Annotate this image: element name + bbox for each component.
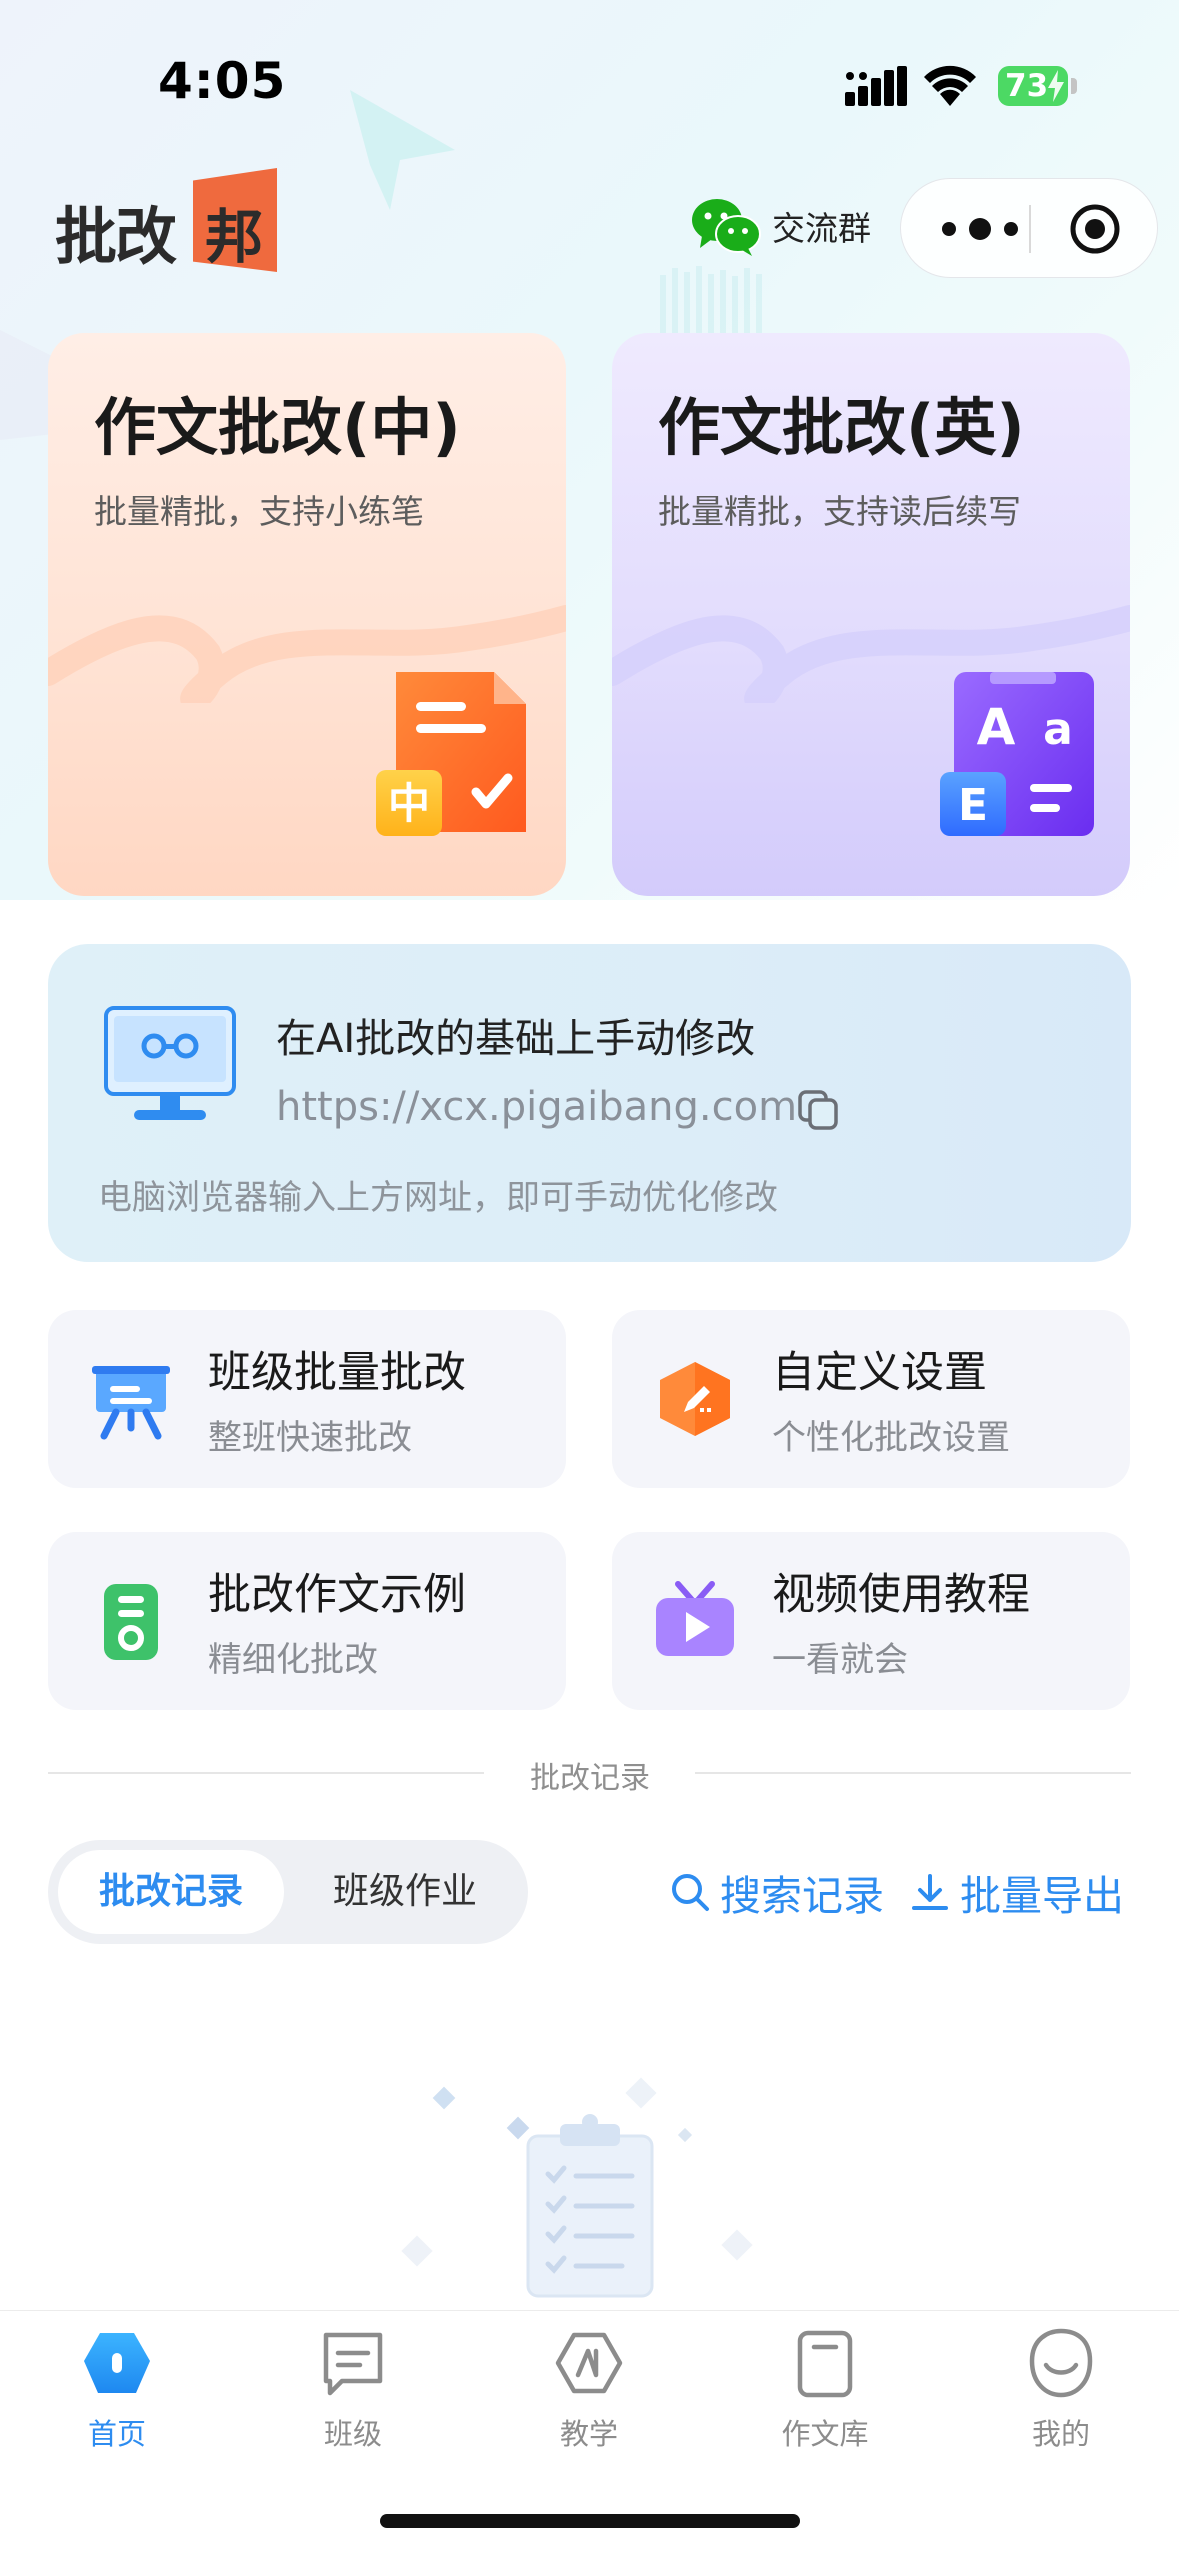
web-edit-banner[interactable]: 在AI批改的基础上手动修改 https://xcx.pigaibang.com … xyxy=(48,944,1131,1262)
video-tutorial-tile[interactable]: 视频使用教程 一看就会 xyxy=(612,1532,1130,1710)
chinese-badge: 中 xyxy=(388,779,430,828)
app-logo: 批改 邦 xyxy=(55,168,277,273)
status-bar: 4:05 73 xyxy=(0,0,1179,170)
more-icon[interactable] xyxy=(937,217,1027,241)
logo-flag: 邦 xyxy=(193,168,277,272)
tile-title: 班级批量批改 xyxy=(208,1348,466,1398)
search-records-button[interactable]: 搜索记录 xyxy=(670,1862,884,1922)
cellular-signal-icon xyxy=(845,66,907,106)
chinese-document-icon: 中 xyxy=(376,672,526,836)
english-essay-subtitle: 批量精批，支持读后续写 xyxy=(658,492,1021,531)
class-icon xyxy=(323,2332,383,2396)
teaching-icon xyxy=(555,2332,623,2394)
tile-subtitle: 一看就会 xyxy=(772,1640,908,1680)
custom-settings-tile[interactable]: 自定义设置 个性化批改设置 xyxy=(612,1310,1130,1488)
close-miniprogram-icon[interactable] xyxy=(1069,203,1121,255)
segment-grading-records[interactable]: 批改记录 xyxy=(58,1850,284,1934)
tile-subtitle: 整班快速批改 xyxy=(208,1418,412,1458)
capsule-separator xyxy=(1029,205,1031,253)
english-essay-title: 作文批改(英) xyxy=(658,391,1025,464)
english-badge-a: A xyxy=(977,698,1016,756)
wechat-icon xyxy=(692,199,761,256)
empty-clipboard-illustration xyxy=(401,2077,753,2298)
chinese-essay-card[interactable]: 作文批改(中) 批量精批，支持小练笔 中 xyxy=(48,333,566,896)
computer-monitor-icon xyxy=(104,1006,236,1120)
tab-essay-library-label: 作文库 xyxy=(781,2417,869,2451)
status-time: 4:05 xyxy=(158,52,287,110)
english-document-icon: A a E xyxy=(940,672,1094,836)
video-tv-icon xyxy=(656,1581,734,1656)
search-icon xyxy=(672,1874,709,1911)
records-divider-label: 批改记录 xyxy=(530,1761,650,1796)
document-example-icon xyxy=(104,1584,158,1660)
wifi-icon xyxy=(924,65,976,106)
tile-title: 自定义设置 xyxy=(772,1348,987,1398)
edit-hexagon-icon xyxy=(660,1362,730,1436)
profile-icon xyxy=(1029,2328,1093,2398)
essay-example-tile[interactable]: 批改作文示例 精细化批改 xyxy=(48,1532,566,1710)
tab-essay-library[interactable]: 作文库 xyxy=(740,2327,910,2453)
chinese-essay-title: 作文批改(中) xyxy=(94,391,461,464)
tab-profile-label: 我的 xyxy=(1031,2417,1090,2451)
tab-teaching[interactable]: 教学 xyxy=(504,2327,674,2453)
essay-library-icon xyxy=(797,2330,853,2398)
tile-title: 视频使用教程 xyxy=(772,1570,1030,1620)
battery-indicator: 73 xyxy=(998,66,1068,106)
english-badge-a-lower: a xyxy=(1043,704,1073,755)
web-banner-title: 在AI批改的基础上手动修改 xyxy=(276,1016,756,1062)
logo-text: 批改 xyxy=(55,200,177,273)
segment-class-assignments[interactable]: 班级作业 xyxy=(292,1850,518,1934)
tile-subtitle: 个性化批改设置 xyxy=(772,1418,1010,1458)
home-icon xyxy=(84,2333,150,2393)
web-banner-url[interactable]: https://xcx.pigaibang.com xyxy=(276,1084,797,1130)
miniprogram-capsule xyxy=(900,178,1158,278)
english-badge-e: E xyxy=(958,780,988,831)
tile-subtitle: 精细化批改 xyxy=(208,1640,378,1680)
class-batch-grading-tile[interactable]: 班级批量批改 整班快速批改 xyxy=(48,1310,566,1488)
batch-export-button[interactable]: 批量导出 xyxy=(910,1862,1124,1922)
tab-class-label: 班级 xyxy=(323,2417,382,2451)
battery-level: 73 xyxy=(1005,68,1049,104)
tile-title: 批改作文示例 xyxy=(208,1570,466,1620)
tab-teaching-label: 教学 xyxy=(559,2417,618,2451)
records-segment-control: 批改记录 班级作业 xyxy=(48,1840,528,1944)
download-icon xyxy=(912,1874,948,1910)
chinese-essay-subtitle: 批量精批，支持小练笔 xyxy=(94,492,424,531)
tab-profile[interactable]: 我的 xyxy=(976,2327,1146,2453)
wechat-group-label: 交流群 xyxy=(772,209,871,248)
logo-flag-text: 邦 xyxy=(205,203,264,271)
class-board-icon xyxy=(92,1366,170,1440)
home-indicator xyxy=(380,2514,800,2528)
tab-home-label: 首页 xyxy=(87,2417,146,2451)
copy-icon[interactable] xyxy=(796,1088,840,1132)
battery-tip xyxy=(1071,78,1077,94)
wechat-group-link[interactable]: 交流群 xyxy=(690,196,871,256)
charging-bolt-icon xyxy=(1048,70,1064,102)
english-essay-card[interactable]: 作文批改(英) 批量精批，支持读后续写 A a E xyxy=(612,333,1130,896)
tab-home[interactable]: 首页 xyxy=(32,2327,202,2453)
web-banner-hint: 电脑浏览器输入上方网址，即可手动优化修改 xyxy=(98,1178,778,1218)
batch-export-label: 批量导出 xyxy=(960,1872,1124,1920)
tab-class[interactable]: 班级 xyxy=(268,2327,438,2453)
search-records-label: 搜索记录 xyxy=(720,1872,884,1920)
